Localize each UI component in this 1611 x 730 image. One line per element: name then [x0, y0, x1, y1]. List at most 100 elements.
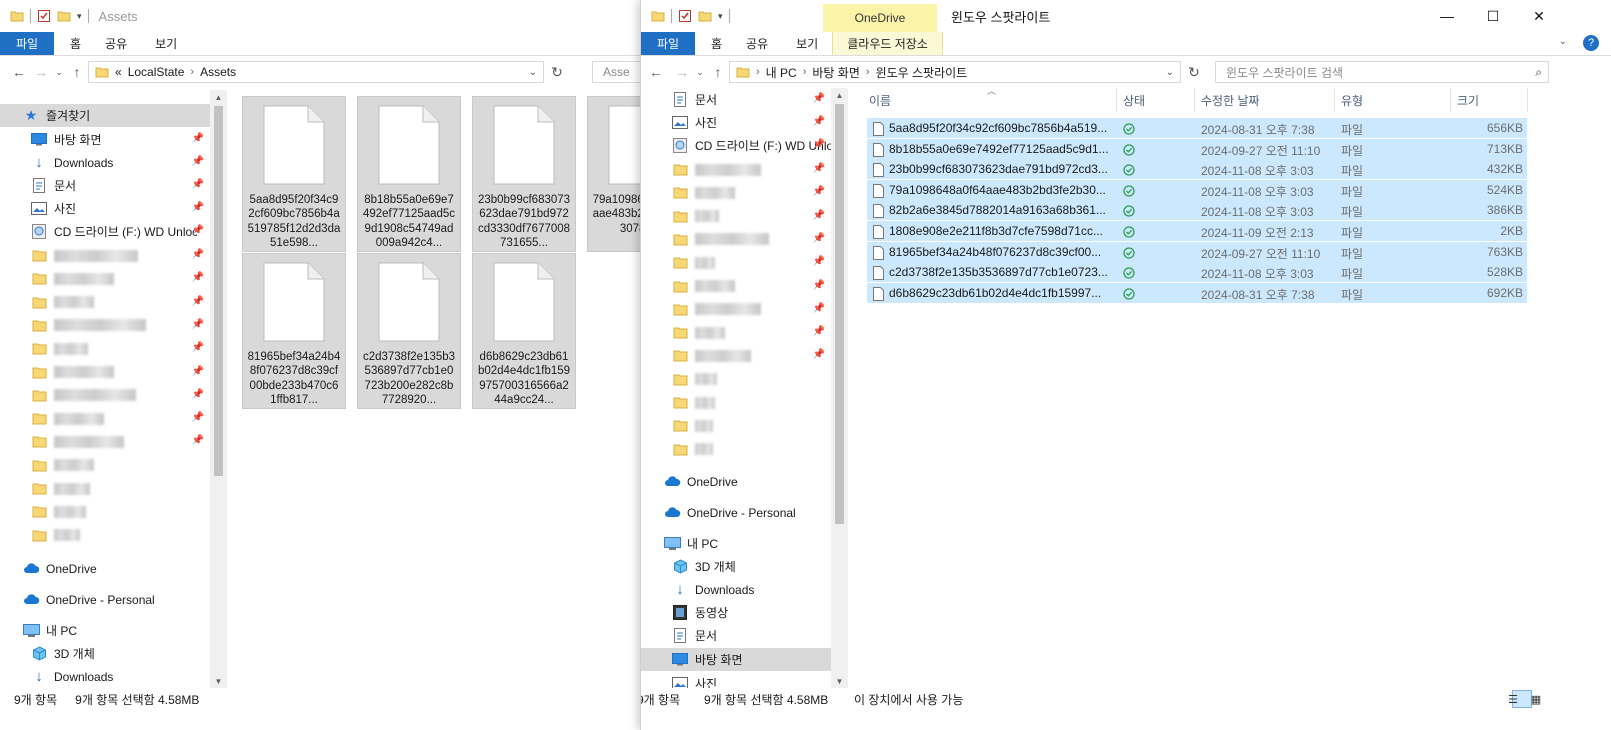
minimize-button[interactable]: — [1424, 0, 1470, 32]
pin-icon[interactable]: 📌 [813, 349, 825, 360]
pin-icon[interactable]: 📌 [192, 319, 204, 330]
breadcrumb-this-pc[interactable]: 내 PC [766, 64, 797, 81]
nav-documents[interactable]: 문서 📌 [641, 88, 831, 111]
pin-icon[interactable]: 📌 [192, 133, 204, 144]
scroll-up-arrow-icon[interactable]: ▲ [210, 90, 227, 104]
nav-folder-redacted[interactable]: 📌 [641, 344, 831, 367]
nav-folder-redacted[interactable]: 📌 [641, 298, 831, 321]
help-icon[interactable]: ? [1583, 35, 1599, 51]
search-icon[interactable]: ⌕ [1535, 65, 1542, 80]
up-button[interactable]: ↑ [707, 60, 729, 84]
pin-icon[interactable]: 📌 [192, 366, 204, 377]
nav-pc-desktop[interactable]: 바탕 화면 [641, 648, 831, 671]
nav-folder-redacted[interactable] [0, 454, 210, 477]
nav-folder-redacted[interactable] [641, 414, 831, 437]
search-input[interactable]: Asse [592, 61, 640, 83]
nav-desktop[interactable]: 바탕 화면 📌 [0, 128, 210, 151]
nav-pictures[interactable]: 사진 📌 [641, 111, 831, 134]
nav-folder-redacted[interactable] [0, 477, 210, 500]
breadcrumb-overflow[interactable]: « [115, 65, 122, 79]
nav-onedrive-personal[interactable]: OneDrive - Personal [0, 588, 210, 611]
file-row[interactable]: 1808e908e2e211f8b3d7cfe7598d71cc... 2024-… [867, 221, 1527, 241]
tab-file[interactable]: 파일 [641, 32, 695, 55]
address-dropdown-icon[interactable]: ⌄ [529, 67, 537, 78]
breadcrumb-separator-icon[interactable]: › [866, 66, 870, 78]
tab-view[interactable]: 보기 [141, 32, 191, 55]
pin-icon[interactable]: 📌 [192, 272, 204, 283]
tab-home[interactable]: 홈 [54, 32, 91, 55]
new-folder-icon[interactable] [698, 9, 712, 23]
column-header-modified[interactable]: 수정한 날짜 [1201, 88, 1260, 112]
nav-folder-redacted[interactable]: 📌 [641, 251, 831, 274]
nav-onedrive[interactable]: OneDrive [641, 470, 831, 493]
nav-folder-redacted[interactable]: 📌 [641, 228, 831, 251]
tab-view[interactable]: 보기 [782, 32, 832, 55]
breadcrumb-separator-icon[interactable]: › [190, 66, 194, 78]
nav-pc-downloads[interactable]: ↓ Downloads [0, 665, 210, 688]
column-divider[interactable] [1116, 88, 1117, 112]
pin-icon[interactable]: 📌 [192, 435, 204, 446]
file-tile[interactable]: d6b8629c23db61b02d4e4dc1fb15997570031656… [472, 253, 576, 409]
nav-folder-redacted[interactable]: 📌 [641, 205, 831, 228]
back-button[interactable]: ← [645, 60, 667, 84]
nav-cd-drive[interactable]: CD 드라이브 (F:) WD Unlocker 📌 [0, 220, 210, 243]
nav-onedrive[interactable]: OneDrive [0, 557, 210, 580]
refresh-button[interactable]: ↻ [546, 60, 568, 84]
nav-documents[interactable]: 문서 📌 [0, 174, 210, 197]
close-button[interactable]: ✕ [1516, 0, 1562, 32]
file-row[interactable]: 5aa8d95f20f34c92cf609bc7856b4a519... 2024… [867, 118, 1527, 138]
file-row[interactable]: 8b18b55a0e69e7492ef77125aad5c9d1... 2024-… [867, 138, 1527, 159]
file-tile[interactable]: 5aa8d95f20f34c92cf609bc7856b4a519785f12d… [242, 96, 346, 252]
pin-icon[interactable]: 📌 [192, 202, 204, 213]
forward-button[interactable]: → [30, 60, 52, 84]
pin-icon[interactable]: 📌 [813, 233, 825, 244]
large-icons-view-button[interactable]: ▦ [1531, 690, 1555, 708]
file-tile[interactable]: 79a1098648a0f64aae483b2bd3fe2b30783e [587, 96, 640, 252]
forward-button[interactable]: → [671, 60, 693, 84]
column-divider[interactable] [1450, 88, 1451, 112]
recent-locations-button[interactable]: ⌄ [693, 60, 707, 84]
scroll-down-arrow-icon[interactable]: ▼ [831, 674, 848, 688]
pin-icon[interactable]: 📌 [813, 139, 825, 150]
column-header-status[interactable]: 상태 [1123, 88, 1145, 112]
pin-icon[interactable]: 📌 [813, 116, 825, 127]
customize-toolbar-chevron-icon[interactable]: ▾ [77, 11, 82, 22]
nav-folder-redacted[interactable]: 📌 [641, 158, 831, 181]
file-row[interactable]: 82b2a6e3845d7882014a9163a68b361... 2024-1… [867, 200, 1527, 221]
nav-3d-objects[interactable]: 3D 개체 [641, 555, 831, 578]
column-divider[interactable] [1194, 88, 1195, 112]
refresh-button[interactable]: ↻ [1183, 60, 1205, 84]
breadcrumb-localstate[interactable]: LocalState [128, 65, 185, 79]
file-row[interactable]: 81965bef34a24b48f076237d8c39cf00... 2024-… [867, 241, 1527, 262]
pin-icon[interactable]: 📌 [192, 412, 204, 423]
file-tile[interactable]: 8b18b55a0e69e7492ef77125aad5c9d1908c5474… [357, 96, 461, 252]
pin-icon[interactable]: 📌 [813, 256, 825, 267]
nav-folder-redacted[interactable] [0, 500, 210, 523]
nav-folder-redacted[interactable]: 📌 [0, 314, 210, 337]
nav-folder-redacted[interactable]: 📌 [641, 181, 831, 204]
nav-pc-downloads[interactable]: ↓ Downloads [641, 578, 831, 601]
pin-icon[interactable]: 📌 [813, 280, 825, 291]
breadcrumb-separator-icon[interactable]: › [756, 66, 760, 78]
up-button[interactable]: ↑ [66, 60, 88, 84]
column-divider[interactable] [1527, 88, 1528, 112]
pin-icon[interactable]: 📌 [192, 156, 204, 167]
nav-onedrive-personal[interactable]: OneDrive - Personal [641, 501, 831, 524]
pin-icon[interactable]: 📌 [813, 186, 825, 197]
ribbon-expand-chevron-icon[interactable]: ⌄ [1559, 36, 1567, 47]
nav-quick-access[interactable]: ★ 즐겨찾기 [0, 104, 210, 127]
nav-folder-redacted[interactable] [0, 524, 210, 547]
nav-pc-documents[interactable]: 문서 [641, 624, 831, 647]
nav-pane-scrollbar[interactable]: ▲ ▼ [831, 88, 848, 688]
nav-folder-redacted[interactable]: 📌 [0, 361, 210, 384]
breadcrumb-desktop[interactable]: 바탕 화면 [812, 64, 860, 81]
tab-share[interactable]: 공유 [91, 32, 141, 55]
file-row[interactable]: c2d3738f2e135b3536897d77cb1e0723... 2024-… [867, 262, 1527, 283]
nav-cd-drive[interactable]: CD 드라이브 (F:) WD Unlocker 📌 [641, 134, 831, 157]
maximize-button[interactable]: ☐ [1470, 0, 1516, 32]
nav-folder-redacted[interactable]: 📌 [0, 407, 210, 430]
column-divider[interactable] [1334, 88, 1335, 112]
nav-3d-objects[interactable]: 3D 개체 [0, 642, 210, 665]
nav-downloads[interactable]: ↓ Downloads 📌 [0, 151, 210, 174]
nav-folder-redacted[interactable]: 📌 [0, 384, 210, 407]
